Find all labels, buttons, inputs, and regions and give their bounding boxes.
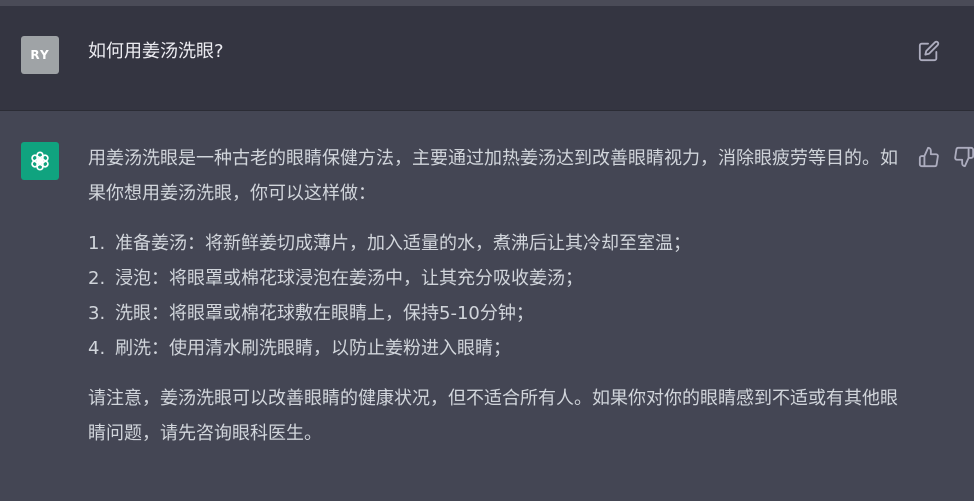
step-number: 1.: [88, 233, 106, 254]
step-text: 浸泡：将眼罩或棉花球浸泡在姜汤中，让其充分吸收姜汤；: [115, 268, 583, 289]
step-number: 3.: [88, 303, 106, 324]
user-avatar-initials: RY: [30, 48, 50, 62]
step-number: 4.: [88, 338, 106, 359]
step-text: 刷洗：使用清水刷洗眼睛，以防止姜粉进入眼睛；: [115, 338, 511, 359]
user-avatar: RY: [21, 36, 59, 74]
list-item: 2. 浸泡：将眼罩或棉花球浸泡在姜汤中，让其充分吸收姜汤；: [88, 261, 900, 296]
assistant-message-row: 用姜汤洗眼是一种古老的眼睛保健方法，主要通过加热姜汤达到改善眼睛视力，消除眼疲劳…: [0, 111, 974, 501]
user-message-row: RY 如何用姜汤洗眼?: [0, 6, 974, 111]
step-text: 洗眼：将眼罩或棉花球敷在眼睛上，保持5-10分钟；: [115, 303, 534, 324]
answer-intro: 用姜汤洗眼是一种古老的眼睛保健方法，主要通过加热姜汤达到改善眼睛视力，消除眼疲劳…: [88, 148, 898, 204]
openai-logo-icon: [31, 151, 49, 171]
steps-list: 1. 准备姜汤：将新鲜姜切成薄片，加入适量的水，煮沸后让其冷却至室温； 2. 浸…: [88, 226, 900, 366]
assistant-avatar: [21, 142, 59, 180]
thumbs-up-button[interactable]: [918, 146, 942, 170]
answer-note: 请注意，姜汤洗眼可以改善眼睛的健康状况，但不适合所有人。如果你对你的眼睛感到不适…: [88, 388, 898, 444]
step-text: 准备姜汤：将新鲜姜切成薄片，加入适量的水，煮沸后让其冷却至室温；: [115, 233, 691, 254]
list-item: 4. 刷洗：使用清水刷洗眼睛，以防止姜粉进入眼睛；: [88, 331, 900, 366]
edit-icon: [918, 40, 940, 62]
edit-message-button[interactable]: [918, 40, 940, 62]
thumbs-down-icon: [954, 146, 974, 168]
assistant-message-text: 用姜汤洗眼是一种古老的眼睛保健方法，主要通过加热姜汤达到改善眼睛视力，消除眼疲劳…: [88, 141, 900, 451]
thumbs-up-icon: [918, 146, 939, 168]
user-message-text: 如何用姜汤洗眼?: [88, 41, 224, 62]
thumbs-down-button[interactable]: [953, 146, 974, 170]
step-number: 2.: [88, 268, 106, 289]
list-item: 3. 洗眼：将眼罩或棉花球敷在眼睛上，保持5-10分钟；: [88, 296, 900, 331]
list-item: 1. 准备姜汤：将新鲜姜切成薄片，加入适量的水，煮沸后让其冷却至室温；: [88, 226, 900, 261]
